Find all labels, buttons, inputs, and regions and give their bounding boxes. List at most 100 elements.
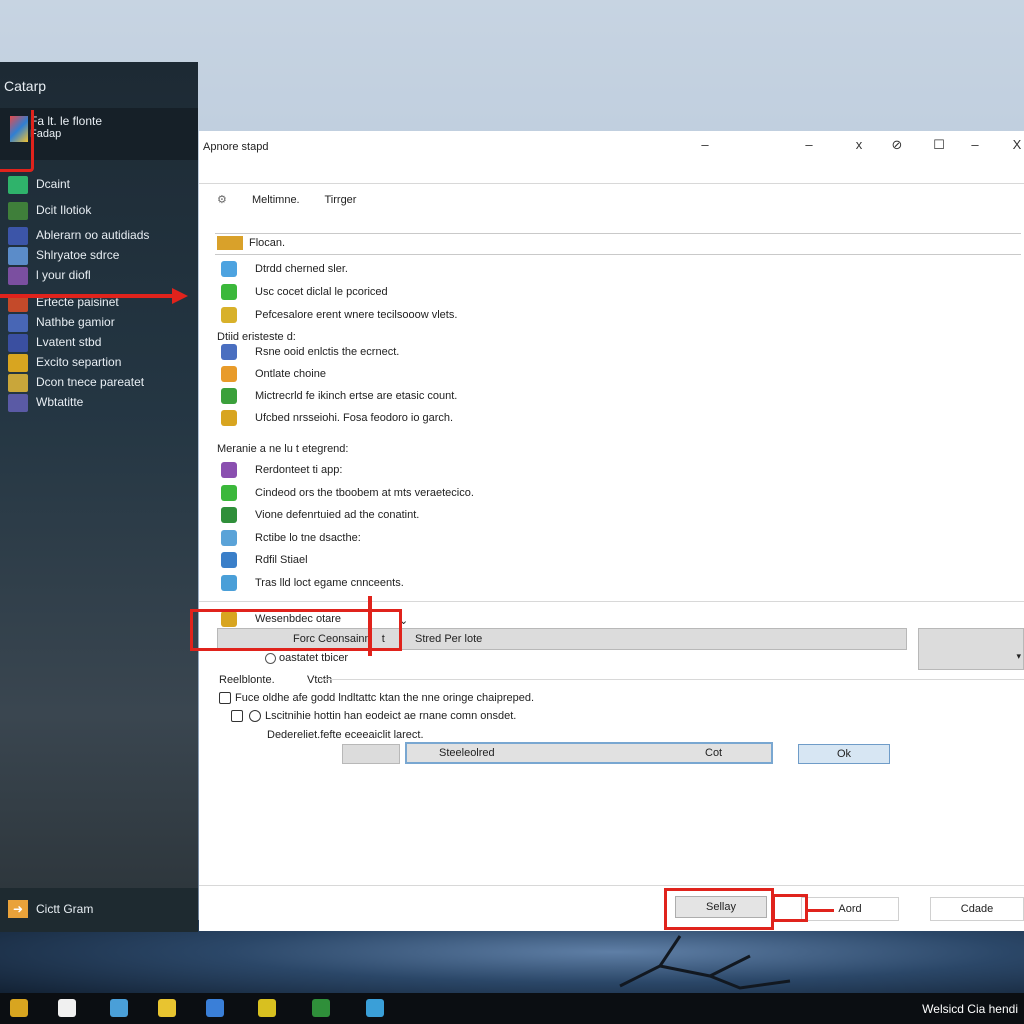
- start-menu-item-label: Ablerarn oo autidiads: [36, 228, 150, 242]
- list-item[interactable]: Ufcbed nrsseiohi. Fosa feodoro io garch.: [217, 409, 1017, 429]
- desktop-wallpaper: [0, 920, 1024, 1000]
- list-item[interactable]: Ontlate choine: [217, 365, 1017, 385]
- taskbar-clock[interactable]: Welsicd Cia hendi: [922, 1002, 1018, 1016]
- option-label-2: Lscitnihie hottin han eodeict ae rnane c…: [265, 710, 517, 722]
- annotation-box-footer-tail: [772, 894, 808, 922]
- option-subtext: Dedereliet.fefte eceeaiclit larect.: [267, 729, 424, 741]
- app-icon: [8, 247, 28, 265]
- option-row-1[interactable]: Fuce oldhe afe godd lndltattc ktan the n…: [217, 689, 1017, 709]
- puzzle-icon[interactable]: [110, 999, 128, 1017]
- start-menu-item[interactable]: Dcon tnece pareatet: [6, 373, 196, 393]
- list-item[interactable]: Vione defenrtuied ad the conatint.: [217, 506, 1017, 526]
- list-item-label: Usc cocet diclal le pcoriced: [255, 286, 388, 298]
- start-menu-item-label: Wbtatitte: [36, 395, 84, 409]
- note-icon[interactable]: [158, 999, 176, 1017]
- start-menu-item[interactable]: Lvatent stbd: [6, 333, 196, 353]
- checkbox-row[interactable]: oastatet tbicer: [217, 649, 1017, 669]
- input-field-2[interactable]: Steeleolred Cot: [405, 742, 773, 764]
- list-item-label: Cindeod ors the tboobem at mts veraeteci…: [255, 486, 474, 499]
- list-item-label: Vione defenrtuied ad the conatint.: [255, 509, 420, 521]
- app-icon: [8, 374, 28, 392]
- start-menu-item[interactable]: Excito separtion: [6, 353, 196, 373]
- pinned-app-subtitle: Fadap: [30, 128, 62, 140]
- gear-icon: ⚙: [217, 194, 227, 206]
- start-menu-item[interactable]: Nathbe gamior: [6, 313, 196, 333]
- list-item[interactable]: Usc cocet diclal le pcoriced: [217, 283, 1017, 303]
- start-menu-item-label: Shlryatoe sdrce: [36, 248, 120, 262]
- divider: [199, 885, 1024, 886]
- start-menu-item[interactable]: Ablerarn oo autidiads: [6, 226, 196, 246]
- start-menu-item-label: Dcaint: [36, 177, 71, 191]
- list-item-label: Rsne ooid enlctis the ecrnect.: [255, 346, 400, 358]
- start-menu-item[interactable]: Dcit Ilotiok: [6, 201, 196, 221]
- list-item[interactable]: Pefcesalore erent wnere tecilsooow vlets…: [217, 306, 1017, 326]
- section-label: Reelblonte.: [219, 674, 275, 686]
- start-menu-item[interactable]: Shlryatoe sdrce: [6, 246, 196, 266]
- list-item-label: Dtrdd cherned sler.: [255, 263, 348, 275]
- list-item[interactable]: Rctibe lo tne dsacthe:: [217, 529, 1017, 549]
- item-icon: [221, 552, 237, 568]
- item-icon: [221, 307, 237, 323]
- app-icon: [8, 267, 28, 285]
- settings-icon[interactable]: ⊘: [885, 137, 909, 157]
- divider: [199, 601, 1024, 602]
- app-icon: [8, 314, 28, 332]
- app-icon: [8, 394, 28, 412]
- annotation-arrow-head: [172, 288, 188, 304]
- tab-meltimne[interactable]: Meltimne.: [252, 194, 300, 206]
- pin-icon[interactable]: x: [847, 137, 871, 157]
- item-icon: [221, 410, 237, 426]
- app-icon: [8, 354, 28, 372]
- list-header-label: Flocan.: [249, 237, 286, 249]
- input-field-1[interactable]: [342, 744, 400, 764]
- start-menu-title: Catarp: [4, 78, 47, 94]
- globe-icon[interactable]: [206, 999, 224, 1017]
- start-menu: Catarp Fa lt. le flonte Fadap Dcaint Dcit…: [0, 62, 198, 932]
- document-icon[interactable]: [58, 999, 76, 1017]
- option-row-2[interactable]: Lscitnihie hottin han eodeict ae rnane c…: [217, 707, 1017, 727]
- list-item[interactable]: Rerdonteet ti app:: [217, 461, 1017, 481]
- minimize-icon[interactable]: –: [693, 137, 717, 157]
- checkbox[interactable]: [265, 653, 276, 664]
- radio-icon: [249, 710, 261, 722]
- divider: [319, 679, 1024, 680]
- list-item-label: Pefcesalore erent wnere tecilsooow vlets…: [255, 309, 458, 321]
- list-item-label: Rctibe lo tne dsacthe:: [255, 531, 361, 544]
- list-item[interactable]: Rsne ooid enlctis the ecrnect.: [217, 343, 1017, 363]
- start-menu-item[interactable]: Dcaint: [6, 175, 196, 195]
- list-header: Flocan.: [215, 233, 1021, 255]
- checkbox-label: oastatet tbicer: [279, 652, 349, 664]
- list-item[interactable]: Mictrecrld fe ikinch ertse are etasic co…: [217, 387, 1017, 407]
- list-item[interactable]: Rdfil Stiael: [217, 551, 1017, 571]
- info-icon: [219, 692, 231, 704]
- restore-icon[interactable]: –: [797, 137, 821, 157]
- app-icon: [8, 202, 28, 220]
- start-bottom-entry[interactable]: ➜ Cictt Gram: [0, 888, 198, 932]
- section-label-secondary: Vtcth: [307, 674, 333, 686]
- tab-tirrger[interactable]: Tirrger: [324, 194, 356, 206]
- list-item-label: Meranie a ne lu t etegrend:: [217, 443, 349, 455]
- chevron-down-icon: ▾: [1016, 651, 1021, 661]
- maximize-icon[interactable]: ☐: [927, 137, 951, 157]
- list-item[interactable]: Tras lld loct egame cnnceents.: [217, 574, 1017, 594]
- item-icon: [221, 529, 237, 546]
- start-menu-item[interactable]: Wbtatitte: [6, 393, 196, 413]
- list-item[interactable]: Cindeod ors the tboobem at mts veraeteci…: [217, 484, 1017, 504]
- annotation-line-vertical: [368, 596, 372, 656]
- list-item-label: Ufcbed nrsseiohi. Fosa feodoro io garch.: [255, 412, 454, 424]
- item-icon: [221, 462, 237, 478]
- combo-secondary[interactable]: Stred Per lote: [415, 633, 482, 645]
- folder-icon[interactable]: [258, 999, 276, 1017]
- list-item[interactable]: Dtrdd cherned sler.: [217, 260, 1017, 280]
- camera-icon: [231, 710, 243, 722]
- browser-icon[interactable]: [366, 999, 384, 1017]
- start-menu-item[interactable]: l your diofl: [6, 266, 196, 286]
- shield-icon[interactable]: [10, 999, 28, 1017]
- ok-button[interactable]: Ok: [798, 744, 890, 764]
- close-icon[interactable]: X: [1005, 137, 1024, 157]
- item-icon: [221, 507, 237, 523]
- minimize-window-icon[interactable]: –: [963, 137, 987, 157]
- terminal-icon[interactable]: [312, 999, 330, 1017]
- start-menu-item-label: l your diofl: [36, 268, 91, 282]
- cancel-button[interactable]: Cdade: [930, 897, 1024, 921]
